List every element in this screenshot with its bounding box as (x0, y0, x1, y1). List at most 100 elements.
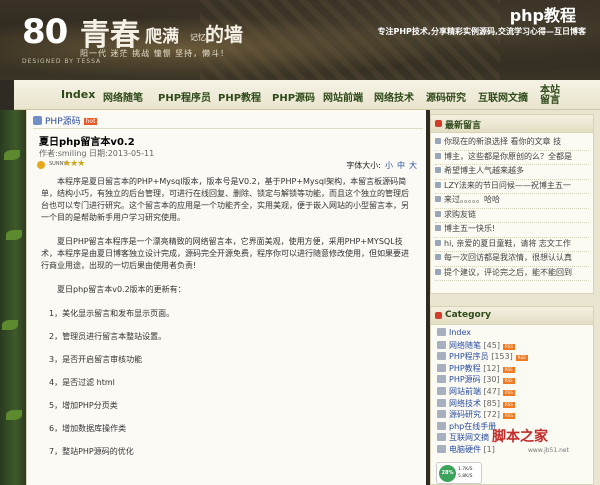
font-small-button[interactable]: 小 (385, 161, 393, 170)
leaf-icon (6, 230, 22, 240)
comment-icon (435, 181, 441, 188)
article-paragraph: 夏日php留言本v0.2版本的更新有： (57, 285, 186, 294)
logo-number[interactable]: 80 (22, 12, 68, 52)
nav-item-php-programmer[interactable]: PHP程序员 (158, 89, 211, 104)
network-speed-widget[interactable]: 28% 1.7K/S 5.8K/S (436, 462, 482, 484)
category-item[interactable]: 网络技术 [85] RSS (437, 398, 587, 410)
rss-icon[interactable]: RSS (502, 389, 515, 396)
category-item[interactable]: PHP源码 [30] RSS (437, 374, 587, 386)
rating-stars[interactable]: ★★★ (63, 159, 85, 169)
article-body: 本程序是夏日留言本的PHP+Mysql版本，版本号是V0.2，基于PHP+Mys… (41, 176, 411, 469)
rss-icon[interactable]: RSS (502, 413, 515, 420)
category-item[interactable]: 源码研究 [72] RSS (437, 409, 587, 421)
list-item[interactable]: 博主，这些都是你原创的么？全都是 (435, 151, 589, 165)
breadcrumb: PHP源码 hot (33, 114, 98, 128)
recent-comments-title: 最新留言 (445, 121, 482, 131)
comment-icon (435, 210, 441, 217)
logo-designer: DESIGNED BY TESSA (22, 58, 102, 65)
list-item[interactable]: LZY法来的节日问候——祝博主五一 (435, 180, 589, 194)
comment-icon (435, 268, 441, 275)
comment-icon (435, 167, 441, 173)
nav-item-index[interactable]: Index (61, 88, 95, 101)
folder-icon (437, 386, 446, 395)
breadcrumb-category[interactable]: PHP源码 (45, 117, 81, 127)
nav-item-php-source[interactable]: PHP源码 (272, 89, 315, 104)
folder-icon (437, 433, 446, 442)
list-item[interactable]: 提个建议，评论完之后，能不能回到 (435, 267, 589, 281)
folder-icon (437, 340, 446, 349)
list-item[interactable]: 求购友链 (435, 209, 589, 223)
comment-icon (435, 152, 441, 159)
font-medium-button[interactable]: 中 (397, 161, 405, 170)
nav-item-network-tech[interactable]: 网络技术 (374, 89, 414, 104)
category-item[interactable]: 网站前端 [47] RSS (437, 386, 587, 398)
panel-header: 最新留言 (431, 115, 593, 133)
comment-icon (435, 196, 441, 202)
nav-item-essays[interactable]: 网络随笔 (103, 89, 143, 104)
usage-percent: 28% (439, 465, 456, 482)
logo-title-end: 的墙 (205, 24, 244, 46)
nav-item-source-research[interactable]: 源码研究 (426, 89, 466, 104)
site-name[interactable]: php教程 (510, 2, 576, 26)
upload-speed: 1.7K/S (458, 467, 473, 472)
category-panel: Category Index 网络随笔 [45] RSS PHP程序员 [153]… (430, 306, 594, 485)
update-item: 1，美化显示留言和发布显示页面。 (49, 309, 175, 318)
hot-badge: hot (83, 118, 98, 125)
leaf-icon (2, 320, 18, 330)
header-pattern (200, 0, 500, 80)
comment-icon (435, 225, 441, 231)
recent-comments-list: 你现在的新浪选择 看你的文章 技 博主，这些都是你原创的么？全都是 希望博主人气… (431, 133, 593, 281)
category-item[interactable]: Index (437, 328, 587, 340)
update-item: 5，增加PHP分页类 (49, 401, 118, 410)
category-item[interactable]: 网络随笔 [45] RSS (437, 340, 587, 352)
nav-item-internet-digest[interactable]: 互联网文摘 (478, 89, 528, 104)
download-speed: 5.8K/S (458, 474, 473, 479)
rss-icon[interactable]: RSS (515, 355, 528, 362)
watermark-text: 脚本之家 (492, 429, 548, 445)
update-item: 7，整站PHP源码的优化 (49, 447, 134, 456)
rss-icon[interactable]: RSS (502, 366, 515, 373)
vine-decoration (0, 110, 26, 485)
list-item[interactable]: hi, 亲爱的夏日童鞋，请将 志文工作 (435, 238, 589, 252)
list-item[interactable]: 你现在的新浪选择 看你的文章 技 (435, 136, 589, 151)
panel-header: Category (431, 307, 593, 325)
rss-icon[interactable]: RSS (502, 378, 515, 385)
sun-icon (37, 161, 45, 169)
list-item[interactable]: 每一次回访都是我浓情，很想认认真 (435, 252, 589, 267)
update-item: 2，管理员进行留言本整站设置。 (49, 332, 167, 341)
rss-icon[interactable]: RSS (502, 343, 515, 350)
nav-item-guestbook[interactable]: 本站 留言 (540, 86, 560, 106)
folder-icon (437, 328, 446, 336)
post-title[interactable]: 夏日php留言本v0.2 (39, 133, 135, 148)
folder-icon (437, 410, 446, 419)
recent-comments-panel: 最新留言 你现在的新浪选择 看你的文章 技 博主，这些都是你原创的么？全都是 希… (430, 114, 594, 294)
panel-bullet-icon (435, 312, 442, 319)
post-meta: 作者:smiling 日期:2013-05-11 (39, 149, 155, 158)
leaf-icon (4, 150, 20, 160)
list-item[interactable]: 希望博主人气越来越多 (435, 165, 589, 180)
folder-icon (437, 352, 446, 361)
rss-icon[interactable]: RSS (502, 401, 515, 408)
list-item[interactable]: 博主五一快乐! (435, 223, 589, 238)
list-item[interactable]: 来过。。。。。哈哈 (435, 194, 589, 209)
main-nav: Index 网络随笔 PHP程序员 PHP教程 PHP源码 网站前端 网络技术 … (14, 80, 600, 110)
nav-guestbook-line2: 留言 (540, 95, 560, 106)
update-item: 3，是否开启留言审核功能 (49, 355, 143, 364)
category-item[interactable]: PHP程序员 [153] RSS (437, 351, 587, 363)
panel-bullet-icon (435, 120, 442, 127)
category-item[interactable]: PHP教程 [12] RSS (437, 363, 587, 375)
update-item: 4，是否过滤 html (49, 378, 115, 387)
folder-icon (437, 363, 446, 372)
nav-item-frontend[interactable]: 网站前端 (323, 89, 363, 104)
font-large-button[interactable]: 大 (409, 161, 417, 170)
update-item: 6，增加数据库操作类 (49, 424, 127, 433)
comment-icon (435, 239, 441, 246)
site-description: 专注PHP技术,分享精彩实例源码,交流学习心得—互日博客 (377, 27, 587, 36)
comment-icon (435, 138, 441, 144)
rating-row: SUNNY ★★★ 字体大小: 小中大 (33, 159, 423, 172)
nav-item-php-tutorial[interactable]: PHP教程 (218, 89, 261, 104)
logo-title-tiny: 记忆 (190, 33, 206, 42)
speed-readout: 1.7K/S 5.8K/S (458, 466, 472, 480)
folder-icon (437, 398, 446, 407)
watermark-url: www.jb51.net (528, 447, 569, 454)
